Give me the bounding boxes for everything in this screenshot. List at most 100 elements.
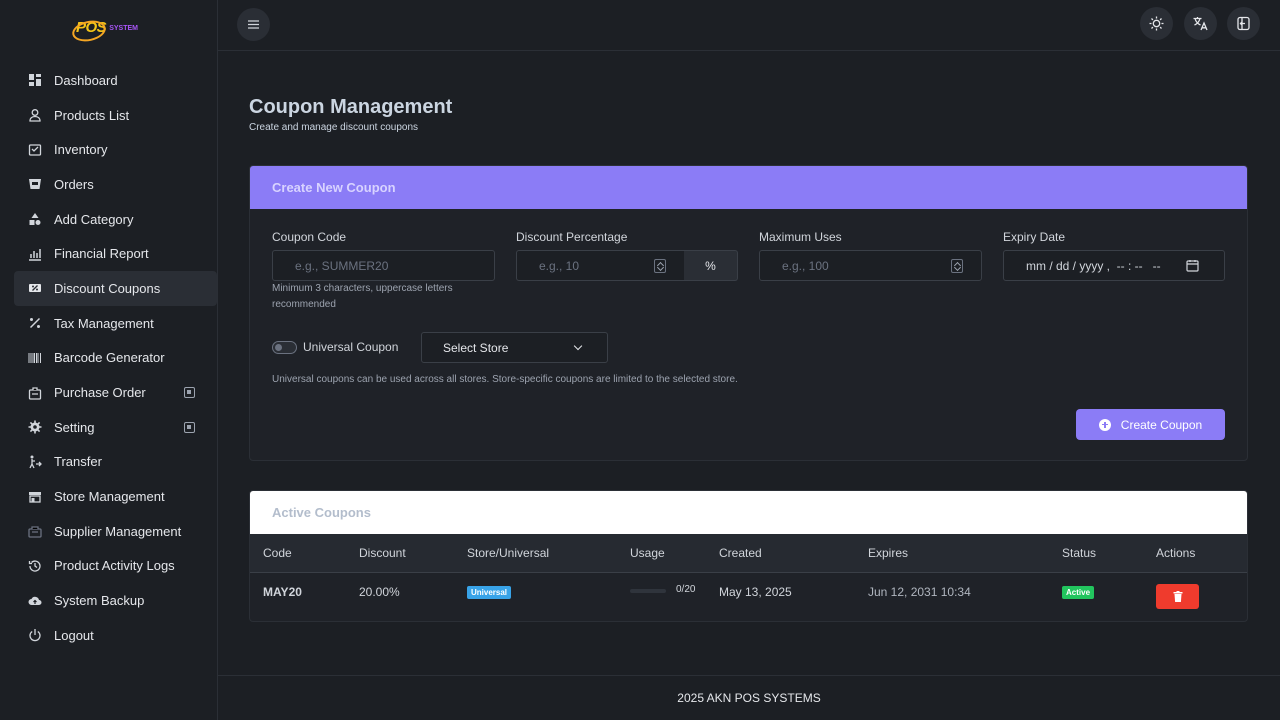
create-coupon-button[interactable]: Create Coupon — [1076, 409, 1225, 440]
sidebar-item-label: Store Management — [54, 489, 165, 505]
plus-circle-icon — [1098, 418, 1111, 431]
main-content: Coupon Management Create and manage disc… — [218, 51, 1280, 720]
status-badge: Active — [1062, 586, 1095, 599]
sidebar-item-orders[interactable]: Orders — [14, 167, 217, 202]
column-header: Store/Universal — [467, 546, 550, 560]
hamburger-icon — [248, 20, 259, 29]
power-icon — [28, 628, 42, 642]
logo-subtext: SYSTEM — [109, 25, 138, 32]
sidebar-item-label: Setting — [54, 419, 95, 435]
create-coupon-button-label: Create Coupon — [1120, 417, 1203, 432]
usage-cell: 0/20 — [676, 584, 696, 595]
sidebar-item-logout[interactable]: Logout — [14, 618, 217, 653]
create-coupon-header: Create New Coupon — [250, 166, 1247, 209]
expiry-date-placeholder: mm / dd / yyyy , -- : -- -- — [1026, 258, 1161, 273]
sidebar-item-label: Tax Management — [54, 315, 154, 331]
sidebar-item-dashboard[interactable]: Dashboard — [14, 63, 217, 98]
percent-icon — [28, 316, 42, 330]
exit-button[interactable] — [1227, 7, 1260, 40]
active-coupons-header: Active Coupons — [250, 491, 1247, 534]
dashboard-icon — [28, 73, 42, 87]
logo-text: POS — [76, 19, 107, 36]
pos-logo[interactable]: POS SYSTEM — [76, 12, 138, 36]
store-select[interactable]: Select Store — [421, 332, 608, 363]
menu-toggle-button[interactable] — [237, 8, 270, 41]
max-uses-placeholder: e.g., 100 — [782, 258, 829, 273]
coupon-code-input[interactable]: e.g., SUMMER20 — [272, 250, 495, 281]
sidebar-item-barcode-generator[interactable]: Barcode Generator — [14, 341, 217, 376]
logout-door-icon — [1237, 16, 1250, 31]
calendar-icon[interactable] — [1186, 259, 1199, 272]
sidebar-item-label: Add Category — [54, 211, 134, 227]
table-row: MAY20 20.00% Universal 0/20 May 13, 2025… — [250, 573, 1247, 621]
expiry-date-input[interactable]: mm / dd / yyyy , -- : -- -- — [1003, 250, 1225, 281]
chevron-down-icon — [573, 341, 583, 351]
sidebar-item-label: Products List — [54, 107, 130, 123]
percent-suffix: % — [684, 250, 738, 281]
column-header: Code — [263, 546, 292, 560]
footer: 2025 AKN POS SYSTEMS — [218, 675, 1280, 720]
sidebar-item-add-category[interactable]: Add Category — [14, 202, 217, 237]
user-icon — [28, 108, 42, 122]
sidebar-item-supplier-management[interactable]: Supplier Management — [14, 514, 217, 549]
expand-icon[interactable] — [184, 421, 195, 433]
sidebar-item-store-management[interactable]: Store Management — [14, 479, 217, 514]
sidebar-item-label: System Backup — [54, 593, 145, 609]
sidebar-item-label: Purchase Order — [54, 385, 146, 401]
sidebar-item-products-list[interactable]: Products List — [14, 98, 217, 133]
coupon-code-cell: MAY20 — [263, 585, 302, 599]
language-button[interactable] — [1184, 7, 1217, 40]
max-uses-label: Maximum Uses — [759, 230, 842, 244]
sidebar-item-product-activity-logs[interactable]: Product Activity Logs — [14, 549, 217, 584]
number-stepper-icon[interactable] — [951, 259, 963, 273]
active-coupons-card: Active Coupons Code Discount Store/Unive… — [249, 490, 1248, 622]
gear-icon — [28, 420, 42, 434]
sidebar-item-inventory[interactable]: Inventory — [14, 132, 217, 167]
theme-sun-icon — [1149, 16, 1164, 31]
number-stepper-icon[interactable] — [654, 259, 666, 273]
discount-label: Discount Percentage — [516, 230, 628, 244]
sidebar-item-label: Discount Coupons — [54, 280, 161, 296]
created-cell: May 13, 2025 — [719, 585, 792, 599]
column-header: Expires — [868, 546, 909, 560]
transfer-icon — [28, 455, 42, 469]
sidebar-item-purchase-order[interactable]: Purchase Order — [14, 375, 217, 410]
sidebar-item-discount-coupons[interactable]: Discount Coupons — [14, 271, 217, 306]
store-select-value: Select Store — [443, 340, 509, 355]
sidebar-item-system-backup[interactable]: System Backup — [14, 583, 217, 618]
coupon-code-label: Coupon Code — [272, 230, 347, 244]
sidebar-item-label: Barcode Generator — [54, 350, 165, 366]
sidebar-nav: Dashboard Products List Inventory Orders… — [14, 63, 217, 653]
report-icon — [28, 247, 42, 261]
sidebar-item-label: Dashboard — [54, 72, 118, 88]
column-header: Actions — [1156, 546, 1196, 560]
sidebar-item-transfer[interactable]: Transfer — [14, 445, 217, 480]
sidebar-item-label: Orders — [54, 176, 94, 192]
sidebar-item-financial-report[interactable]: Financial Report — [14, 236, 217, 271]
max-uses-input[interactable]: e.g., 100 — [759, 250, 982, 281]
sidebar-item-tax-management[interactable]: Tax Management — [14, 306, 217, 341]
barcode-icon — [28, 351, 42, 365]
sidebar-item-label: Supplier Management — [54, 523, 182, 539]
translate-icon — [1193, 17, 1208, 31]
discount-cell: 20.00% — [359, 585, 400, 599]
coupon-icon — [28, 281, 42, 295]
scope-hint: Universal coupons can be used across all… — [272, 374, 738, 385]
sidebar-item-label: Financial Report — [54, 246, 149, 262]
history-icon — [28, 559, 42, 573]
sidebar-item-setting[interactable]: Setting — [14, 410, 217, 445]
universal-coupon-toggle[interactable] — [272, 341, 297, 354]
expand-icon[interactable] — [184, 387, 195, 399]
discount-placeholder: e.g., 10 — [539, 258, 580, 273]
store-icon — [28, 490, 42, 504]
sidebar-item-label: Logout — [54, 627, 94, 643]
theme-toggle-button[interactable] — [1140, 7, 1173, 40]
sidebar-item-label: Product Activity Logs — [54, 558, 175, 574]
delete-coupon-button[interactable] — [1156, 584, 1199, 609]
topbar — [218, 0, 1280, 51]
page-title: Coupon Management — [249, 96, 453, 118]
expires-cell: Jun 12, 2031 10:34 — [868, 585, 971, 599]
column-header: Status — [1062, 546, 1097, 560]
usage-progress-bar — [630, 589, 666, 593]
discount-input[interactable]: e.g., 10 — [516, 250, 685, 281]
